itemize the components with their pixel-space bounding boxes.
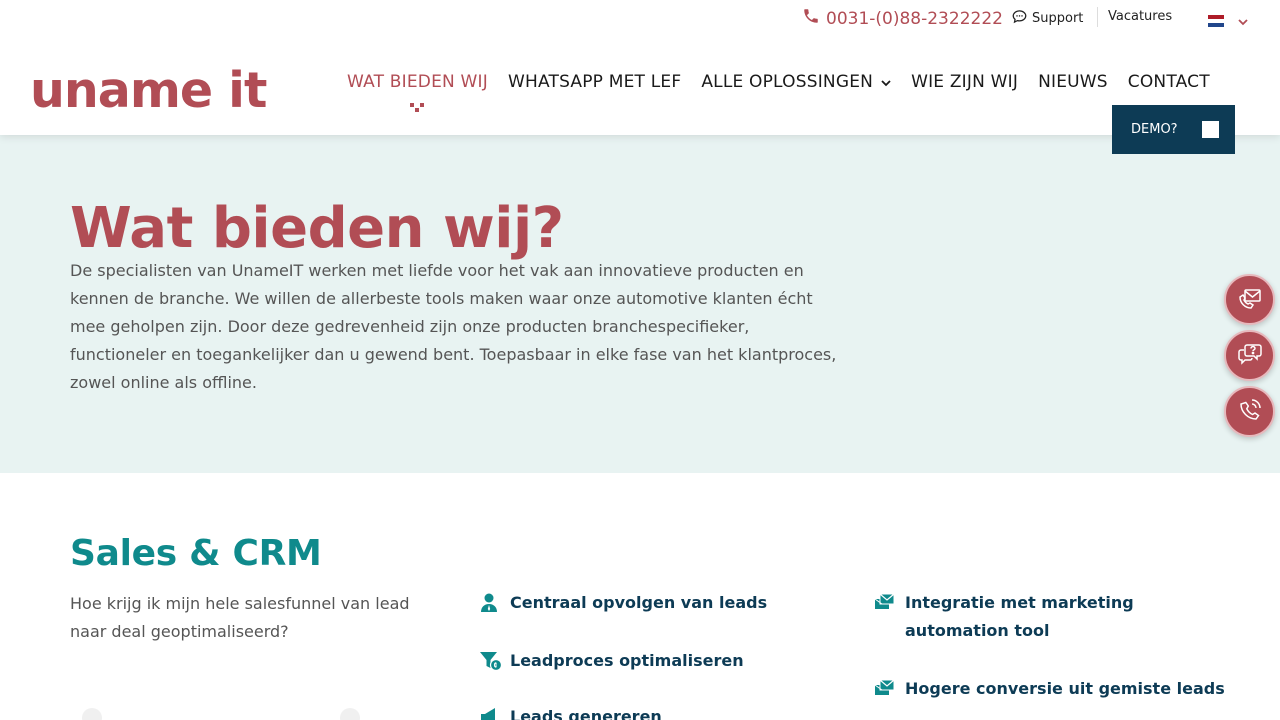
support-link[interactable]: Support — [1012, 9, 1083, 28]
mail-stack-icon — [874, 593, 895, 613]
site-header: 0031-(0)88-2322222 Support Vacatures una… — [0, 0, 1280, 135]
feature-label: Leadproces optimaliseren — [510, 651, 744, 670]
hero-section: Wat bieden wij? De specialisten van Unam… — [0, 135, 1280, 473]
nav-label: CONTACT — [1127, 72, 1210, 92]
chevron-down-icon — [881, 72, 891, 92]
top-bar: 0031-(0)88-2322222 Support Vacatures — [0, 0, 1280, 36]
section-title: Sales & CRM — [70, 533, 322, 574]
support-label: Support — [1032, 11, 1084, 26]
nav-wat-bieden-wij[interactable]: WAT BIEDEN WIJ — [337, 72, 498, 112]
plus-icon — [340, 708, 360, 720]
nav-wie-zijn-wij[interactable]: WIE ZIJN WIJ — [901, 72, 1028, 92]
float-phone-button[interactable] — [1224, 386, 1275, 437]
mail-phone-icon — [1236, 284, 1264, 316]
divider — [1097, 7, 1098, 27]
active-marker-icon — [410, 98, 425, 112]
main-nav: WAT BIEDEN WIJ WHATSAPP MET LEF ALLE OPL… — [337, 70, 1220, 112]
chat-question-icon — [1236, 340, 1264, 372]
nav-nieuws[interactable]: NIEUWS — [1028, 72, 1118, 92]
feature-label: Leads genereren — [510, 707, 662, 720]
phone-support-icon — [1236, 396, 1264, 428]
nav-label: NIEUWS — [1038, 72, 1108, 92]
mail-stack-icon — [874, 679, 895, 699]
feature-link[interactable]: Centraal opvolgen van leads — [480, 589, 767, 617]
feature-label: Centraal opvolgen van leads — [510, 593, 768, 612]
logo[interactable]: uname it — [30, 66, 267, 115]
float-chat-button[interactable] — [1224, 330, 1275, 381]
language-selector[interactable] — [1208, 11, 1248, 30]
dutch-flag-icon — [1208, 14, 1224, 27]
phone-number: 0031-(0)88-2322222 — [826, 8, 1003, 29]
nav-contact[interactable]: CONTACT — [1118, 72, 1220, 92]
demo-label: DEMO? — [1131, 122, 1178, 137]
phone-icon — [802, 7, 820, 30]
demo-square-icon — [1202, 121, 1219, 138]
decorative-circle — [82, 708, 102, 720]
nav-label: ALLE OPLOSSINGEN — [701, 72, 874, 92]
funnel-icon — [480, 651, 503, 672]
nav-alle-oplossingen[interactable]: ALLE OPLOSSINGEN — [691, 72, 901, 92]
phone-link[interactable]: 0031-(0)88-2322222 — [802, 7, 1003, 30]
nav-label: WHATSAPP MET LEF — [507, 72, 682, 92]
user-icon — [480, 593, 500, 613]
vacatures-link[interactable]: Vacatures — [1108, 9, 1172, 24]
feature-link[interactable]: Leadproces optimaliseren — [480, 647, 744, 675]
float-mail-button[interactable] — [1224, 274, 1275, 325]
hero-description: De specialisten van UnameIT werken met l… — [70, 261, 837, 392]
feature-link[interactable]: Hogere conversie uit gemiste leads — [874, 675, 1225, 703]
nav-whatsapp-met-lef[interactable]: WHATSAPP MET LEF — [498, 72, 691, 92]
nav-label: WIE ZIJN WIJ — [911, 72, 1019, 92]
feature-label: Integratie met marketing automation tool — [905, 593, 1134, 640]
feature-link[interactable]: Integratie met marketing automation tool — [874, 589, 1225, 645]
chat-bubble-icon — [1012, 9, 1027, 28]
demo-button[interactable]: DEMO? — [1112, 105, 1235, 154]
megaphone-icon — [480, 707, 500, 720]
chevron-down-icon — [1238, 11, 1248, 30]
section-subtitle: Hoe krijg ik mijn hele salesfunnel van l… — [70, 594, 410, 641]
feature-label: Hogere conversie uit gemiste leads — [905, 679, 1225, 698]
nav-label: WAT BIEDEN WIJ — [347, 72, 488, 92]
page-title: Wat bieden wij? — [70, 196, 564, 261]
feature-link[interactable]: Leads genereren — [480, 703, 662, 720]
